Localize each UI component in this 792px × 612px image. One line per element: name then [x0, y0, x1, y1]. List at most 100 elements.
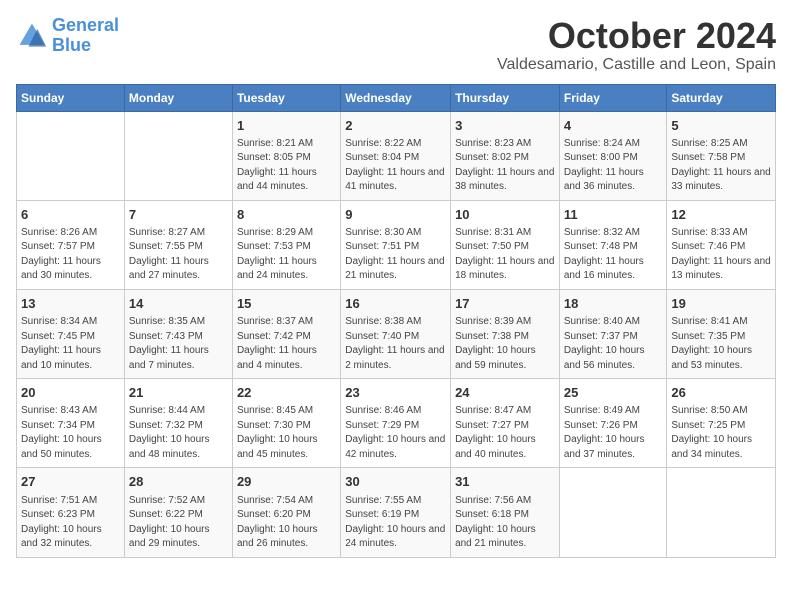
calendar-cell: 15 Sunrise: 8:37 AM Sunset: 7:42 PM Dayli…	[232, 289, 340, 378]
day-info: Sunrise: 8:27 AM Sunset: 7:55 PM Dayligh…	[129, 226, 228, 284]
day-number: 8	[237, 206, 336, 224]
day-number: 15	[237, 295, 336, 313]
day-info: Sunrise: 7:54 AM Sunset: 6:20 PM Dayligh…	[237, 494, 336, 552]
day-number: 27	[21, 473, 120, 491]
day-number: 3	[455, 117, 555, 135]
day-info: Sunrise: 7:52 AM Sunset: 6:22 PM Dayligh…	[129, 494, 228, 552]
calendar-cell	[667, 468, 776, 557]
location-title: Valdesamario, Castille and Leon, Spain	[497, 56, 776, 74]
day-info: Sunrise: 8:47 AM Sunset: 7:27 PM Dayligh…	[455, 404, 555, 462]
calendar-cell: 19 Sunrise: 8:41 AM Sunset: 7:35 PM Dayli…	[667, 289, 776, 378]
day-number: 11	[564, 206, 663, 224]
day-info: Sunrise: 8:38 AM Sunset: 7:40 PM Dayligh…	[345, 315, 446, 373]
title-block: October 2024 Valdesamario, Castille and …	[497, 16, 776, 74]
calendar-cell: 5 Sunrise: 8:25 AM Sunset: 7:58 PM Daylig…	[667, 111, 776, 200]
day-number: 5	[671, 117, 771, 135]
day-number: 31	[455, 473, 555, 491]
day-number: 9	[345, 206, 446, 224]
day-number: 10	[455, 206, 555, 224]
day-number: 20	[21, 384, 120, 402]
day-number: 18	[564, 295, 663, 313]
week-row-2: 6 Sunrise: 8:26 AM Sunset: 7:57 PM Daylig…	[17, 200, 776, 289]
calendar-cell: 9Sunrise: 8:30 AM Sunset: 7:51 PM Daylig…	[341, 200, 451, 289]
day-number: 29	[237, 473, 336, 491]
day-info: Sunrise: 8:25 AM Sunset: 7:58 PM Dayligh…	[671, 137, 771, 195]
calendar-cell: 18Sunrise: 8:40 AM Sunset: 7:37 PM Dayli…	[559, 289, 667, 378]
calendar-cell: 13 Sunrise: 8:34 AM Sunset: 7:45 PM Dayli…	[17, 289, 125, 378]
calendar-cell: 29 Sunrise: 7:54 AM Sunset: 6:20 PM Dayli…	[232, 468, 340, 557]
day-number: 6	[21, 206, 120, 224]
day-info: Sunrise: 7:56 AM Sunset: 6:18 PM Dayligh…	[455, 494, 555, 552]
weekday-header-row: SundayMondayTuesdayWednesdayThursdayFrid…	[17, 84, 776, 111]
calendar-cell: 31 Sunrise: 7:56 AM Sunset: 6:18 PM Dayli…	[451, 468, 560, 557]
day-info: Sunrise: 8:45 AM Sunset: 7:30 PM Dayligh…	[237, 404, 336, 462]
day-info: Sunrise: 8:26 AM Sunset: 7:57 PM Dayligh…	[21, 226, 120, 284]
weekday-header-monday: Monday	[124, 84, 232, 111]
day-info: Sunrise: 8:29 AM Sunset: 7:53 PM Dayligh…	[237, 226, 336, 284]
calendar-cell: 21Sunrise: 8:44 AM Sunset: 7:32 PM Dayli…	[124, 379, 232, 468]
day-number: 24	[455, 384, 555, 402]
page-header: General Blue October 2024 Valdesamario, …	[16, 16, 776, 74]
day-info: Sunrise: 7:55 AM Sunset: 6:19 PM Dayligh…	[345, 494, 446, 552]
weekday-header-sunday: Sunday	[17, 84, 125, 111]
day-number: 13	[21, 295, 120, 313]
calendar-cell: 17Sunrise: 8:39 AM Sunset: 7:38 PM Dayli…	[451, 289, 560, 378]
day-info: Sunrise: 8:39 AM Sunset: 7:38 PM Dayligh…	[455, 315, 555, 373]
logo: General Blue	[16, 16, 119, 56]
calendar-cell: 24 Sunrise: 8:47 AM Sunset: 7:27 PM Dayli…	[451, 379, 560, 468]
calendar-table: SundayMondayTuesdayWednesdayThursdayFrid…	[16, 84, 776, 558]
day-number: 12	[671, 206, 771, 224]
calendar-cell	[17, 111, 125, 200]
calendar-cell: 28 Sunrise: 7:52 AM Sunset: 6:22 PM Dayli…	[124, 468, 232, 557]
day-number: 1	[237, 117, 336, 135]
day-info: Sunrise: 8:37 AM Sunset: 7:42 PM Dayligh…	[237, 315, 336, 373]
day-info: Sunrise: 8:22 AM Sunset: 8:04 PM Dayligh…	[345, 137, 446, 195]
day-number: 22	[237, 384, 336, 402]
day-info: Sunrise: 8:35 AM Sunset: 7:43 PM Dayligh…	[129, 315, 228, 373]
day-info: Sunrise: 7:51 AM Sunset: 6:23 PM Dayligh…	[21, 494, 120, 552]
calendar-cell: 12 Sunrise: 8:33 AM Sunset: 7:46 PM Dayli…	[667, 200, 776, 289]
day-info: Sunrise: 8:43 AM Sunset: 7:34 PM Dayligh…	[21, 404, 120, 462]
day-number: 21	[129, 384, 228, 402]
calendar-cell: 7 Sunrise: 8:27 AM Sunset: 7:55 PM Daylig…	[124, 200, 232, 289]
day-info: Sunrise: 8:34 AM Sunset: 7:45 PM Dayligh…	[21, 315, 120, 373]
calendar-cell: 2 Sunrise: 8:22 AM Sunset: 8:04 PM Daylig…	[341, 111, 451, 200]
week-row-4: 20 Sunrise: 8:43 AM Sunset: 7:34 PM Dayli…	[17, 379, 776, 468]
weekday-header-wednesday: Wednesday	[341, 84, 451, 111]
calendar-cell: 10 Sunrise: 8:31 AM Sunset: 7:50 PM Dayli…	[451, 200, 560, 289]
week-row-1: 1 Sunrise: 8:21 AM Sunset: 8:05 PM Daylig…	[17, 111, 776, 200]
calendar-cell: 3 Sunrise: 8:23 AM Sunset: 8:02 PM Daylig…	[451, 111, 560, 200]
calendar-cell: 30Sunrise: 7:55 AM Sunset: 6:19 PM Dayli…	[341, 468, 451, 557]
day-info: Sunrise: 8:31 AM Sunset: 7:50 PM Dayligh…	[455, 226, 555, 284]
day-number: 26	[671, 384, 771, 402]
day-number: 23	[345, 384, 446, 402]
weekday-header-tuesday: Tuesday	[232, 84, 340, 111]
day-number: 28	[129, 473, 228, 491]
calendar-cell: 14Sunrise: 8:35 AM Sunset: 7:43 PM Dayli…	[124, 289, 232, 378]
day-number: 2	[345, 117, 446, 135]
calendar-cell: 16 Sunrise: 8:38 AM Sunset: 7:40 PM Dayli…	[341, 289, 451, 378]
day-info: Sunrise: 8:33 AM Sunset: 7:46 PM Dayligh…	[671, 226, 771, 284]
weekday-header-saturday: Saturday	[667, 84, 776, 111]
calendar-cell: 4Sunrise: 8:24 AM Sunset: 8:00 PM Daylig…	[559, 111, 667, 200]
logo-icon	[16, 20, 48, 52]
day-info: Sunrise: 8:23 AM Sunset: 8:02 PM Dayligh…	[455, 137, 555, 195]
calendar-cell	[559, 468, 667, 557]
calendar-cell: 8 Sunrise: 8:29 AM Sunset: 7:53 PM Daylig…	[232, 200, 340, 289]
day-info: Sunrise: 8:21 AM Sunset: 8:05 PM Dayligh…	[237, 137, 336, 195]
weekday-header-thursday: Thursday	[451, 84, 560, 111]
day-info: Sunrise: 8:41 AM Sunset: 7:35 PM Dayligh…	[671, 315, 771, 373]
calendar-cell: 6 Sunrise: 8:26 AM Sunset: 7:57 PM Daylig…	[17, 200, 125, 289]
day-info: Sunrise: 8:46 AM Sunset: 7:29 PM Dayligh…	[345, 404, 446, 462]
calendar-cell: 1 Sunrise: 8:21 AM Sunset: 8:05 PM Daylig…	[232, 111, 340, 200]
day-info: Sunrise: 8:32 AM Sunset: 7:48 PM Dayligh…	[564, 226, 663, 284]
day-number: 7	[129, 206, 228, 224]
day-number: 16	[345, 295, 446, 313]
day-number: 4	[564, 117, 663, 135]
calendar-cell: 22 Sunrise: 8:45 AM Sunset: 7:30 PM Dayli…	[232, 379, 340, 468]
day-number: 19	[671, 295, 771, 313]
weekday-header-friday: Friday	[559, 84, 667, 111]
week-row-5: 27 Sunrise: 7:51 AM Sunset: 6:23 PM Dayli…	[17, 468, 776, 557]
calendar-cell: 23 Sunrise: 8:46 AM Sunset: 7:29 PM Dayli…	[341, 379, 451, 468]
day-number: 25	[564, 384, 663, 402]
